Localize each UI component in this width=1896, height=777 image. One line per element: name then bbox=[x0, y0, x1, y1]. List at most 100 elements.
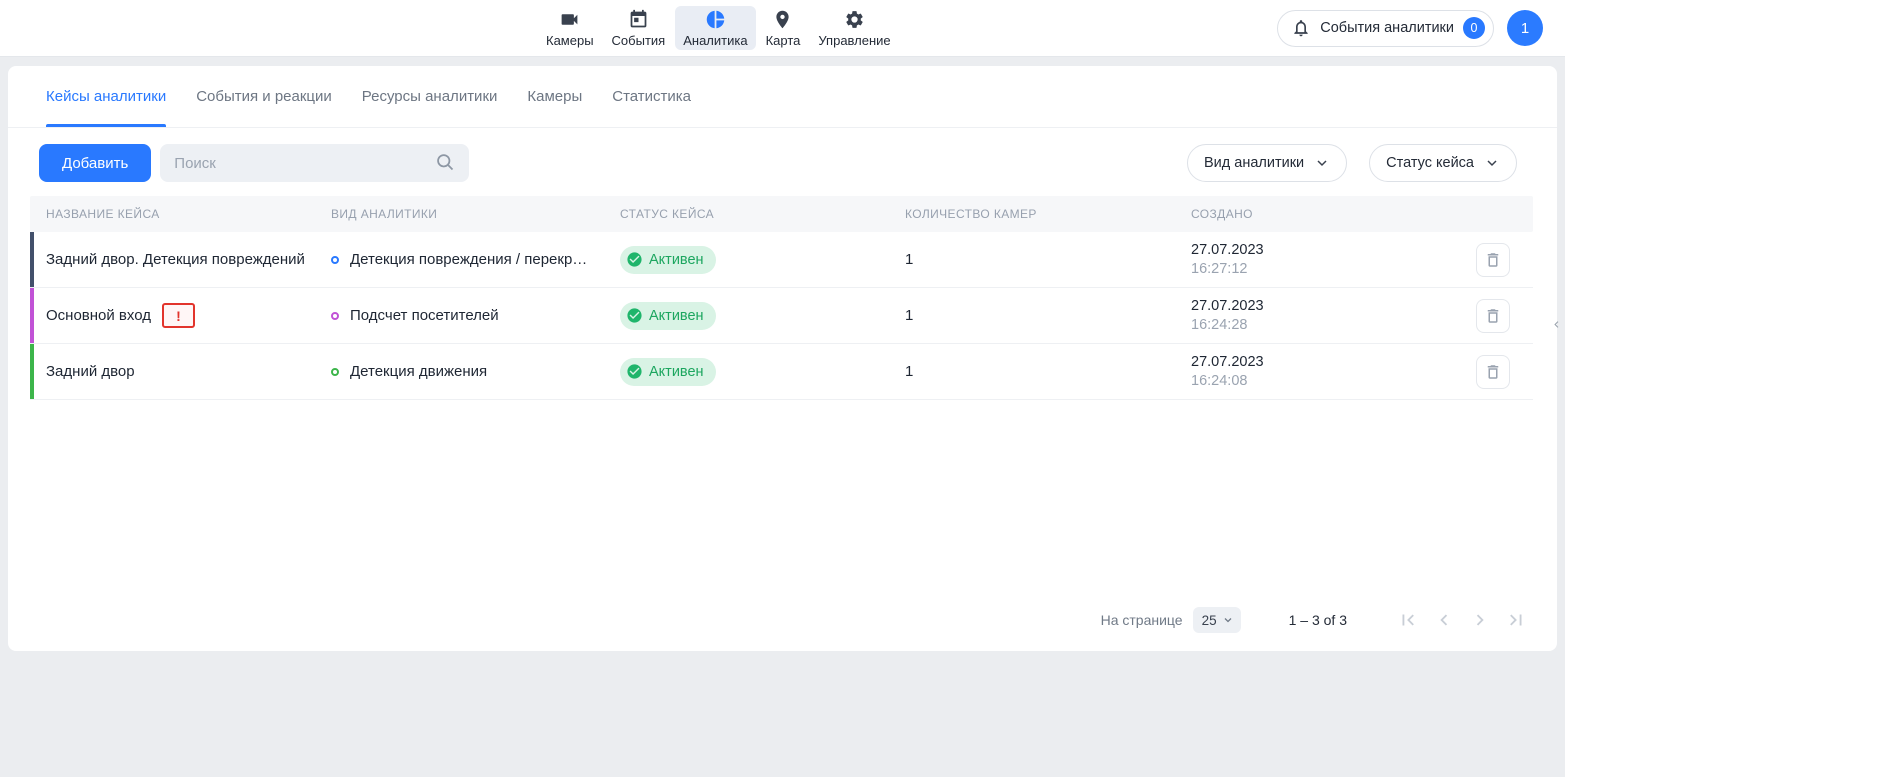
created-date: 27.07.2023 bbox=[1191, 242, 1453, 258]
row-actions-cell bbox=[1453, 299, 1533, 333]
tab-analytics-resources[interactable]: Ресурсы аналитики bbox=[362, 66, 498, 127]
analytics-events-button[interactable]: События аналитики 0 bbox=[1277, 10, 1494, 47]
nav-label-cameras: Камеры bbox=[546, 33, 594, 48]
case-status-filter[interactable]: Статус кейса bbox=[1369, 144, 1517, 182]
case-name: Задний двор. Детекция повреждений bbox=[46, 251, 305, 268]
row-actions-cell bbox=[1453, 243, 1533, 277]
check-circle-icon bbox=[626, 363, 643, 380]
per-page-select[interactable]: 25 bbox=[1193, 607, 1241, 633]
case-name-cell: Основной вход ! bbox=[46, 303, 331, 328]
analytics-events-button-label: События аналитики bbox=[1320, 20, 1454, 36]
col-header-created: СОЗДАНО bbox=[1191, 207, 1453, 221]
case-status-cell: Активен bbox=[620, 358, 905, 386]
row-accent-bar bbox=[30, 288, 34, 343]
analytics-type-cell: Детекция движения bbox=[331, 363, 620, 380]
search-input[interactable] bbox=[160, 144, 469, 182]
analytics-type-filter-label: Вид аналитики bbox=[1204, 155, 1304, 171]
check-circle-icon bbox=[626, 251, 643, 268]
per-page-value: 25 bbox=[1202, 613, 1217, 628]
chevron-down-icon bbox=[1222, 614, 1234, 626]
search-box bbox=[160, 144, 469, 182]
user-avatar[interactable]: 1 bbox=[1507, 10, 1543, 46]
case-name: Задний двор bbox=[46, 363, 135, 380]
page-content: Кейсы аналитики События и реакции Ресурс… bbox=[0, 57, 1565, 651]
table-header-row: НАЗВАНИЕ КЕЙСА ВИД АНАЛИТИКИ СТАТУС КЕЙС… bbox=[30, 196, 1533, 232]
chevron-left-icon bbox=[1433, 609, 1455, 631]
col-header-camera-count: КОЛИЧЕСТВО КАМЕР bbox=[905, 207, 1191, 221]
created-date: 27.07.2023 bbox=[1191, 354, 1453, 370]
delete-case-button[interactable] bbox=[1476, 355, 1510, 389]
add-case-button[interactable]: Добавить bbox=[39, 144, 151, 182]
check-circle-icon bbox=[626, 307, 643, 324]
camera-count-cell: 1 bbox=[905, 251, 1191, 268]
nav-item-management[interactable]: Управление bbox=[810, 6, 898, 50]
chevron-down-icon bbox=[1314, 155, 1330, 171]
status-badge-label: Активен bbox=[649, 364, 704, 380]
case-status-cell: Активен bbox=[620, 246, 905, 274]
trash-icon bbox=[1484, 251, 1502, 269]
nav-label-management: Управление bbox=[818, 33, 890, 48]
chevron-down-icon bbox=[1484, 155, 1500, 171]
first-page-icon bbox=[1397, 609, 1419, 631]
app-window: Камеры События Аналитика Карта bbox=[0, 0, 1565, 777]
topbar-right-controls: События аналитики 0 1 bbox=[1277, 0, 1543, 56]
nav-item-events[interactable]: События bbox=[604, 6, 674, 50]
map-pin-icon bbox=[772, 9, 793, 30]
pagination-range-label: 1 – 3 of 3 bbox=[1289, 612, 1347, 628]
analytics-type-label: Детекция повреждения / перекр… bbox=[350, 251, 587, 268]
last-page-icon bbox=[1505, 609, 1527, 631]
col-header-analytics-type: ВИД АНАЛИТИКИ bbox=[331, 207, 620, 221]
analytics-type-label: Детекция движения bbox=[350, 363, 487, 380]
nav-item-cameras[interactable]: Камеры bbox=[538, 6, 602, 50]
table-row[interactable]: Основной вход ! Подсчет посетителей Акти… bbox=[30, 288, 1533, 344]
camera-count-cell: 1 bbox=[905, 363, 1191, 380]
next-page-button[interactable] bbox=[1467, 607, 1493, 633]
last-page-button[interactable] bbox=[1503, 607, 1529, 633]
tab-analytics-cases[interactable]: Кейсы аналитики bbox=[46, 66, 166, 127]
previous-page-button[interactable] bbox=[1431, 607, 1457, 633]
tab-cameras[interactable]: Камеры bbox=[527, 66, 582, 127]
created-time: 16:27:12 bbox=[1191, 261, 1453, 277]
created-date: 27.07.2023 bbox=[1191, 298, 1453, 314]
case-name: Основной вход bbox=[46, 307, 151, 324]
case-status-filter-label: Статус кейса bbox=[1386, 155, 1474, 171]
main-nav: Камеры События Аналитика Карта bbox=[538, 0, 899, 56]
section-tabs: Кейсы аналитики События и реакции Ресурс… bbox=[8, 66, 1557, 128]
created-time: 16:24:08 bbox=[1191, 373, 1453, 389]
tab-statistics[interactable]: Статистика bbox=[612, 66, 691, 127]
delete-case-button[interactable] bbox=[1476, 299, 1510, 333]
gear-icon bbox=[844, 9, 865, 30]
top-navigation-bar: Камеры События Аналитика Карта bbox=[0, 0, 1565, 57]
status-badge: Активен bbox=[620, 302, 716, 330]
col-header-case-name: НАЗВАНИЕ КЕЙСА bbox=[46, 207, 331, 221]
table-row[interactable]: Задний двор. Детекция повреждений Детекц… bbox=[30, 232, 1533, 288]
window-edge-resize-handle[interactable] bbox=[1550, 318, 1563, 331]
warning-indicator: ! bbox=[162, 303, 195, 328]
trash-icon bbox=[1484, 363, 1502, 381]
delete-case-button[interactable] bbox=[1476, 243, 1510, 277]
row-accent-bar bbox=[30, 232, 34, 287]
analytics-type-dot bbox=[331, 256, 339, 264]
analytics-type-cell: Подсчет посетителей bbox=[331, 307, 620, 324]
camera-icon bbox=[559, 9, 580, 30]
status-badge: Активен bbox=[620, 358, 716, 386]
status-badge-label: Активен bbox=[649, 308, 704, 324]
status-badge: Активен bbox=[620, 246, 716, 274]
first-page-button[interactable] bbox=[1395, 607, 1421, 633]
created-time: 16:24:28 bbox=[1191, 317, 1453, 333]
analytics-type-cell: Детекция повреждения / перекр… bbox=[331, 251, 620, 268]
analytics-type-dot bbox=[331, 312, 339, 320]
trash-icon bbox=[1484, 307, 1502, 325]
analytics-type-filter[interactable]: Вид аналитики bbox=[1187, 144, 1347, 182]
nav-item-map[interactable]: Карта bbox=[758, 6, 809, 50]
events-count-badge: 0 bbox=[1463, 17, 1485, 39]
analytics-type-label: Подсчет посетителей bbox=[350, 307, 499, 324]
case-name-cell: Задний двор bbox=[46, 363, 331, 380]
case-status-cell: Активен bbox=[620, 302, 905, 330]
nav-label-events: События bbox=[612, 33, 666, 48]
toolbar: Добавить Вид аналитики Статус bbox=[39, 144, 1517, 182]
table-row[interactable]: Задний двор Детекция движения Активен 1 bbox=[30, 344, 1533, 400]
tab-events-and-reactions[interactable]: События и реакции bbox=[196, 66, 332, 127]
analytics-card: Кейсы аналитики События и реакции Ресурс… bbox=[8, 66, 1557, 651]
nav-item-analytics[interactable]: Аналитика bbox=[675, 6, 755, 50]
